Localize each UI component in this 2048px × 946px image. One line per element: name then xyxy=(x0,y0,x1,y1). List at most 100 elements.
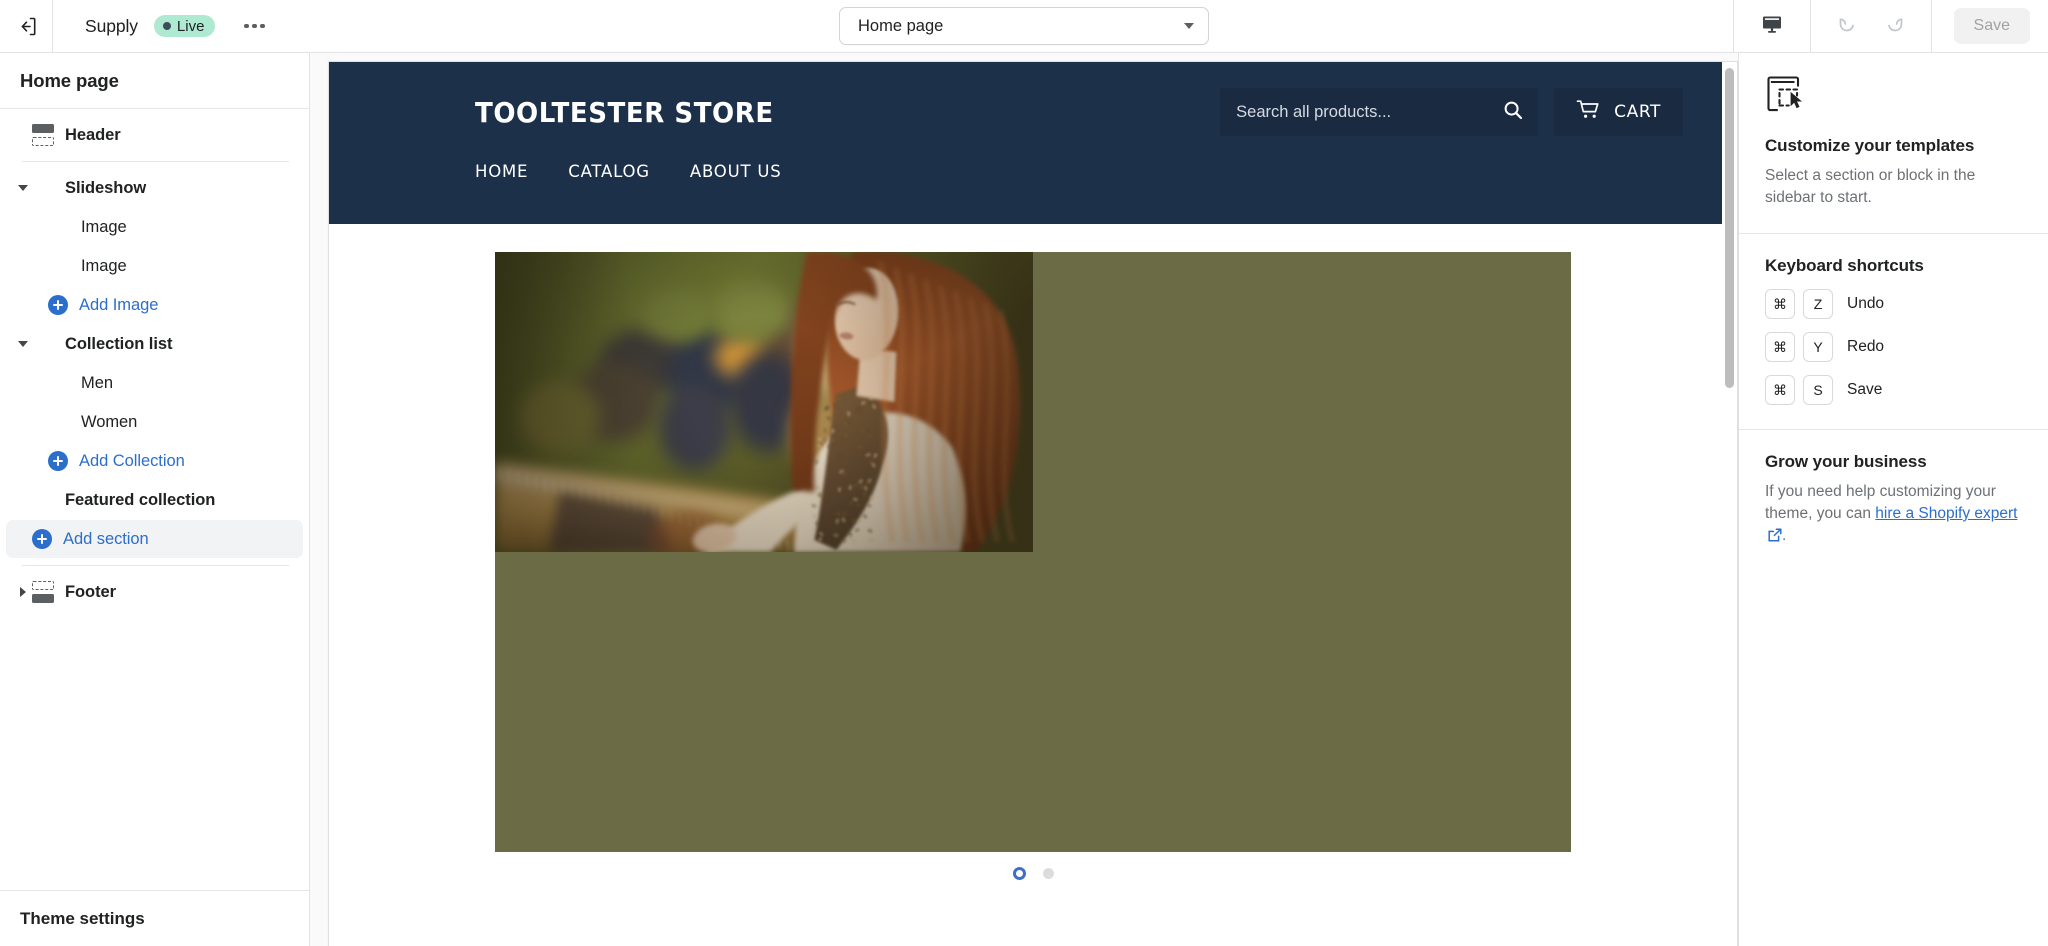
shortcut-label: Redo xyxy=(1847,338,1884,356)
disclosure-toggle-footer[interactable] xyxy=(14,587,32,597)
sidebar-item-label: Featured collection xyxy=(65,491,215,510)
chevron-down-icon xyxy=(18,341,28,347)
sidebar-list: Header Slideshow Image Image Add Image C… xyxy=(0,109,309,890)
device-preview-group xyxy=(1734,0,1810,53)
save-button[interactable]: Save xyxy=(1954,8,2030,44)
shortcuts-title: Keyboard shortcuts xyxy=(1765,256,2022,276)
desktop-preview-button[interactable] xyxy=(1746,0,1798,53)
store-header: TOOLTESTER STORE Search all products... … xyxy=(329,62,1737,224)
sections-sidebar: Home page Header Slideshow Image Image A… xyxy=(0,53,310,946)
image-thumb-1 xyxy=(48,216,70,238)
cart-button[interactable]: CART xyxy=(1554,88,1683,136)
slideshow-section xyxy=(329,224,1737,852)
plus-circle-icon xyxy=(32,529,52,549)
slideshow-thumb xyxy=(32,177,54,199)
desktop-icon xyxy=(1761,13,1783,40)
sidebar-item-slideshow[interactable]: Slideshow xyxy=(6,169,303,207)
keyboard-shortcuts-card: Keyboard shortcuts ⌘ Z Undo ⌘ Y Redo ⌘ S… xyxy=(1739,234,2048,429)
preview-scrollbar[interactable] xyxy=(1722,62,1737,946)
sidebar-item-header[interactable]: Header xyxy=(6,116,303,154)
sidebar-item-label: Women xyxy=(81,413,137,432)
shopping-cart-icon xyxy=(1576,99,1602,126)
preview-scrollbar-thumb[interactable] xyxy=(1725,68,1734,388)
add-collection-button[interactable]: Add Collection xyxy=(6,442,303,480)
external-link-icon[interactable] xyxy=(1768,527,1782,549)
sidebar-item-label: Men xyxy=(81,374,113,393)
key-cmd: ⌘ xyxy=(1765,289,1795,319)
store-logo[interactable]: TOOLTESTER STORE xyxy=(475,96,774,129)
header-wireframe-icon xyxy=(32,124,54,146)
ellipsis-icon xyxy=(260,24,265,29)
key-y: Y xyxy=(1803,332,1833,362)
slideshow-dot-1[interactable] xyxy=(1013,867,1026,880)
ellipsis-icon xyxy=(244,24,249,29)
sidebar-item-label: Image xyxy=(81,257,127,276)
exit-to-app-icon xyxy=(16,16,37,37)
sidebar-item-label: Add section xyxy=(63,530,149,549)
customize-templates-card: Customize your templates Select a sectio… xyxy=(1739,53,2048,233)
chevron-down-icon xyxy=(18,185,28,191)
disclosure-toggle-slideshow[interactable] xyxy=(14,185,32,191)
hero-slide[interactable] xyxy=(495,252,1571,852)
key-cmd: ⌘ xyxy=(1765,332,1795,362)
slideshow-dot-2[interactable] xyxy=(1043,868,1054,879)
shortcut-label: Undo xyxy=(1847,295,1884,313)
disclosure-toggle-collection-list[interactable] xyxy=(14,341,32,347)
key-s: S xyxy=(1803,375,1833,405)
sidebar-item-featured-collection[interactable]: Featured collection xyxy=(6,481,303,519)
redo-button[interactable] xyxy=(1871,0,1923,53)
page-selector[interactable]: Home page xyxy=(839,7,1209,45)
editor-body: Home page Header Slideshow Image Image A… xyxy=(0,53,2048,946)
shortcut-save: ⌘ S Save xyxy=(1765,375,2022,405)
more-actions-button[interactable] xyxy=(237,11,271,41)
customize-body: Select a section or block in the sidebar… xyxy=(1765,165,2022,209)
sidebar-item-label: Image xyxy=(81,218,127,237)
nav-link-catalog[interactable]: CATALOG xyxy=(568,162,650,181)
search-icon[interactable] xyxy=(1502,99,1524,126)
grow-body-suffix: . xyxy=(1782,527,1786,544)
hero-image xyxy=(495,252,1033,552)
theme-settings-button[interactable]: Theme settings xyxy=(0,890,309,946)
hire-shopify-expert-link[interactable]: hire a Shopify expert xyxy=(1875,505,2017,522)
nav-link-home[interactable]: HOME xyxy=(475,162,528,181)
sidebar-block-men[interactable]: Men xyxy=(6,364,303,402)
exit-editor-button[interactable] xyxy=(0,0,53,53)
status-badge: Live xyxy=(154,15,216,37)
plus-circle-icon xyxy=(48,451,68,471)
cart-label: CART xyxy=(1614,102,1661,122)
toolbar-right-group: Save xyxy=(1733,0,2048,52)
footer-wireframe-icon xyxy=(32,581,54,603)
nav-link-about-us[interactable]: ABOUT US xyxy=(690,162,782,181)
ellipsis-icon xyxy=(252,24,257,29)
page-selector-value: Home page xyxy=(858,17,1184,36)
men-thumb xyxy=(48,372,70,394)
grow-business-card: Grow your business If you need help cust… xyxy=(1739,430,2048,573)
sidebar-title: Home page xyxy=(0,53,309,109)
sidebar-divider xyxy=(22,161,289,162)
sidebar-item-collection-list[interactable]: Collection list xyxy=(6,325,303,363)
theme-editor-app: Supply Live Home page Save Home page Hea… xyxy=(0,0,2048,946)
sidebar-block-image-2[interactable]: Image xyxy=(6,247,303,285)
save-group: Save xyxy=(1932,8,2048,44)
add-image-button[interactable]: Add Image xyxy=(6,286,303,324)
sidebar-block-women[interactable]: Women xyxy=(6,403,303,441)
image-thumb-2 xyxy=(48,255,70,277)
featured-thumb xyxy=(32,489,54,511)
search-input[interactable] xyxy=(1236,103,1502,122)
store-search-field[interactable] xyxy=(1220,88,1538,136)
sidebar-item-label: Add Image xyxy=(79,296,158,315)
add-section-button[interactable]: Add section xyxy=(6,520,303,558)
undo-button[interactable] xyxy=(1819,0,1871,53)
sidebar-item-footer[interactable]: Footer xyxy=(6,573,303,611)
template-cursor-icon xyxy=(1765,75,2022,122)
inspector-panel: Customize your templates Select a sectio… xyxy=(1738,53,2048,946)
chevron-right-icon xyxy=(20,587,26,597)
sidebar-item-label: Header xyxy=(65,126,121,145)
slideshow-controls xyxy=(329,852,1737,898)
undo-icon xyxy=(1833,12,1857,41)
shop-name: Supply xyxy=(85,16,138,37)
sidebar-block-image-1[interactable]: Image xyxy=(6,208,303,246)
sidebar-divider xyxy=(22,565,289,566)
key-cmd: ⌘ xyxy=(1765,375,1795,405)
customize-title: Customize your templates xyxy=(1765,136,2022,156)
